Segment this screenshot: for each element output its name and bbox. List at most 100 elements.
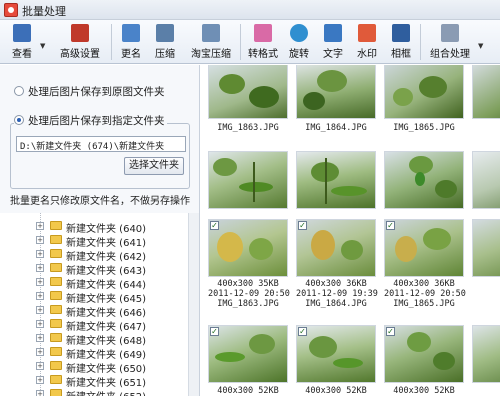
folder-tree: + 新建文件夹 (640) + 新建文件夹 (641) + 新建文件夹 (642) +…: [0, 213, 200, 396]
combo-dropdown-arrow[interactable]: ▼: [478, 42, 483, 50]
photo-date: 2011-12-09 20:50: [208, 289, 290, 299]
folder-icon: [50, 249, 62, 258]
tree-item[interactable]: + 新建文件夹 (647): [0, 317, 188, 333]
expand-icon[interactable]: +: [36, 320, 44, 328]
expand-icon[interactable]: +: [36, 236, 44, 244]
photo-image: [384, 219, 464, 277]
folder-icon: [50, 361, 62, 370]
tree-scrollbar[interactable]: [188, 213, 199, 396]
view-dropdown-arrow[interactable]: ▼: [40, 42, 45, 50]
folder-icon: [50, 263, 62, 272]
convert-format-button[interactable]: 转格式: [244, 24, 282, 62]
folder-icon: [50, 375, 62, 384]
photo-image: [472, 325, 500, 383]
watermark-icon: [358, 24, 376, 42]
tree-item[interactable]: +新建文件夹 (652): [0, 387, 188, 396]
rename-note: 批量更名只修改原文件名，不做另存操作: [10, 196, 190, 207]
photo-image: [208, 325, 288, 383]
photo-image: [472, 151, 500, 209]
photo-dimensions-size: 400x300 52KB: [305, 386, 367, 396]
taobao-compress-icon: [202, 24, 220, 42]
tree-item[interactable]: + 新建文件夹 (642): [0, 247, 188, 263]
tree-item[interactable]: + 新建文件夹 (643): [0, 261, 188, 277]
toolbar-separator: [240, 24, 241, 60]
selected-checkbox[interactable]: ✓: [298, 327, 307, 336]
photo-dimensions-size: 400x300 35KB: [217, 279, 279, 289]
photo-filename: IMG_1865.JPG: [393, 299, 455, 309]
frame-icon: [392, 24, 410, 42]
watermark-button[interactable]: 水印: [352, 24, 382, 62]
photo-dimensions-size: 400x300 36KB: [393, 279, 455, 289]
frame-button[interactable]: 相框: [386, 24, 416, 62]
save-original-option[interactable]: 处理后图片保存到原图文件夹: [14, 84, 165, 99]
advanced-settings-button[interactable]: 高级设置: [56, 24, 104, 62]
photo-image: [296, 325, 376, 383]
folder-icon: [50, 291, 62, 300]
photo-image: [384, 325, 464, 383]
folder-icon: [50, 333, 62, 342]
tree-item[interactable]: + 新建文件夹 (648): [0, 331, 188, 347]
expand-icon[interactable]: +: [36, 362, 44, 370]
toolbar: 查看 ▼ 高级设置 更名 压缩 淘宝压缩 转格式 旋转 文字 水印 相框 组合处…: [0, 20, 500, 64]
photo-image: [472, 65, 500, 119]
photo-image: [208, 151, 288, 209]
save-specified-radio[interactable]: [14, 115, 24, 125]
photo-image: [296, 151, 376, 209]
save-specified-option[interactable]: 处理后图片保存到指定文件夹: [14, 113, 167, 128]
photo-date: 2011-12-09 20:50: [384, 289, 466, 299]
tools-icon: [71, 24, 89, 42]
expand-icon[interactable]: +: [36, 222, 44, 230]
output-path-field[interactable]: D:\新建文件夹 (674)\新建文件夹: [16, 136, 186, 152]
rotate-icon: [290, 24, 308, 42]
photo-dimensions-size: 400x300 36KB: [305, 279, 367, 289]
rename-button[interactable]: 更名: [116, 24, 146, 62]
compress-button[interactable]: 压缩: [150, 24, 180, 62]
rename-icon: [122, 24, 140, 42]
folder-icon: [50, 221, 62, 230]
expand-icon[interactable]: +: [36, 292, 44, 300]
combo-process-button[interactable]: 组合处理: [426, 24, 474, 62]
photo-filename: IMG_1864.JPG: [305, 299, 367, 309]
app-icon: [4, 3, 18, 17]
view-icon: [13, 24, 31, 42]
tree-item[interactable]: + 新建文件夹 (644): [0, 275, 188, 291]
convert-format-icon: [254, 24, 272, 42]
save-original-radio[interactable]: [14, 86, 24, 96]
text-button[interactable]: 文字: [318, 24, 348, 62]
tree-item[interactable]: + 新建文件夹 (640): [0, 219, 188, 235]
tree-item[interactable]: + 新建文件夹 (649): [0, 345, 188, 361]
expand-icon[interactable]: +: [36, 264, 44, 272]
selected-checkbox[interactable]: ✓: [386, 327, 395, 336]
expand-icon[interactable]: +: [36, 250, 44, 258]
toolbar-separator: [111, 24, 112, 60]
folder-icon: [50, 305, 62, 314]
choose-folder-button[interactable]: 选择文件夹: [124, 157, 184, 175]
photo-filename: IMG_1863.JPG: [217, 299, 279, 309]
folder-icon: [50, 235, 62, 244]
photo-image: [384, 151, 464, 209]
compress-icon: [156, 24, 174, 42]
view-button[interactable]: 查看: [4, 24, 40, 62]
tree-item[interactable]: + 新建文件夹 (650): [0, 359, 188, 375]
photo-filename: IMG_1864.JPG: [305, 123, 367, 133]
expand-icon[interactable]: +: [36, 376, 44, 384]
expand-icon[interactable]: +: [36, 334, 44, 342]
selected-checkbox[interactable]: ✓: [210, 221, 219, 230]
tree-item[interactable]: + 新建文件夹 (641): [0, 233, 188, 249]
expand-icon[interactable]: +: [36, 348, 44, 356]
photo-dimensions-size: 400x300 52KB: [393, 386, 455, 396]
tree-item[interactable]: + 新建文件夹 (651): [0, 373, 188, 389]
expand-icon[interactable]: +: [36, 278, 44, 286]
expand-icon[interactable]: +: [36, 306, 44, 314]
thumbnail-grid: IMG_1863.JPG IMG_1864.JPG IMG_1865.JPG ✓…: [200, 65, 500, 396]
selected-checkbox[interactable]: ✓: [210, 327, 219, 336]
selected-checkbox[interactable]: ✓: [298, 221, 307, 230]
taobao-compress-button[interactable]: 淘宝压缩: [186, 24, 236, 62]
selected-checkbox[interactable]: ✓: [386, 221, 395, 230]
combo-process-icon: [441, 24, 459, 42]
folder-icon: [50, 277, 62, 286]
expand-icon[interactable]: +: [36, 390, 44, 396]
tree-item[interactable]: + 新建文件夹 (646): [0, 303, 188, 319]
rotate-button[interactable]: 旋转: [284, 24, 314, 62]
tree-item[interactable]: + 新建文件夹 (645): [0, 289, 188, 305]
